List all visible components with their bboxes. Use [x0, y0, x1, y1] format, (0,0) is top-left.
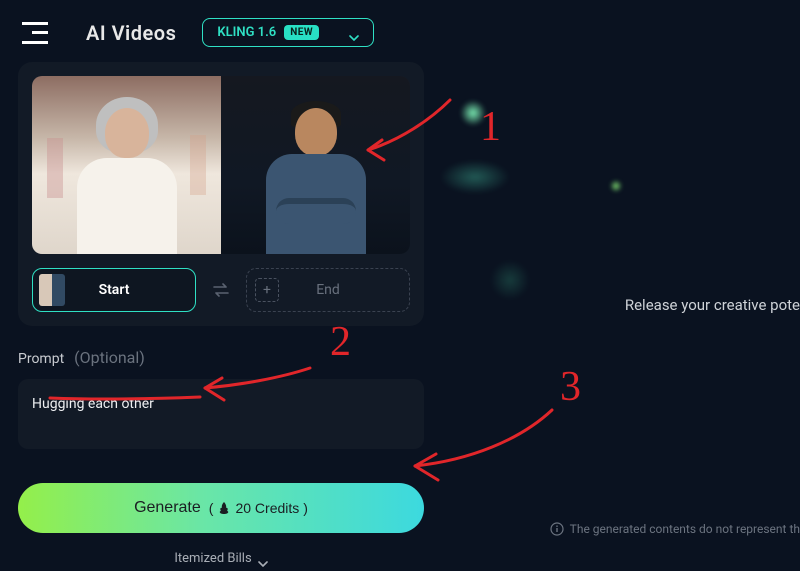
model-name: KLING 1.6	[217, 25, 276, 40]
disclaimer-text: The generated contents do not represent …	[570, 522, 800, 536]
start-frame-button[interactable]: Start	[32, 268, 196, 312]
end-frame-button[interactable]: + End	[246, 268, 410, 312]
swap-icon[interactable]	[208, 277, 234, 303]
prompt-input[interactable]	[32, 396, 410, 412]
fire-icon	[217, 501, 231, 515]
header-bar: AI Videos KLING 1.6 NEW	[0, 0, 800, 59]
source-image-preview[interactable]	[32, 76, 410, 254]
chevron-down-icon	[349, 30, 359, 36]
frame-row: Start + End	[32, 268, 410, 312]
end-frame-label: End	[316, 282, 340, 298]
plus-icon: +	[255, 278, 279, 302]
info-icon	[550, 522, 564, 536]
prompt-optional: (Optional)	[74, 348, 145, 367]
prompt-box	[18, 379, 424, 449]
generate-label: Generate	[134, 499, 201, 517]
model-selector[interactable]: KLING 1.6 NEW	[202, 18, 374, 47]
itemized-label: Itemized Bills	[174, 551, 251, 566]
new-badge: NEW	[284, 25, 319, 40]
itemized-bills-toggle[interactable]: Itemized Bills	[18, 551, 424, 566]
chevron-down-icon	[258, 556, 268, 562]
menu-button[interactable]	[22, 22, 48, 44]
svg-text:3: 3	[560, 364, 581, 410]
prompt-label: Prompt	[18, 351, 64, 367]
svg-text:1: 1	[480, 104, 501, 150]
credits-cost: ( 20 Credits )	[209, 500, 308, 516]
prompt-section: Prompt (Optional)	[18, 348, 424, 449]
left-panel: Start + End Prompt (Optional) Generate (	[18, 62, 424, 566]
generate-button[interactable]: Generate ( 20 Credits )	[18, 483, 424, 533]
start-frame-thumb	[39, 274, 65, 306]
image-card: Start + End	[18, 62, 424, 326]
page-title: AI Videos	[86, 21, 176, 45]
tagline-text: Release your creative pote	[625, 296, 800, 314]
disclaimer-row: The generated contents do not represent …	[550, 522, 800, 536]
prompt-label-row: Prompt (Optional)	[18, 348, 424, 367]
start-frame-label: Start	[99, 282, 130, 298]
